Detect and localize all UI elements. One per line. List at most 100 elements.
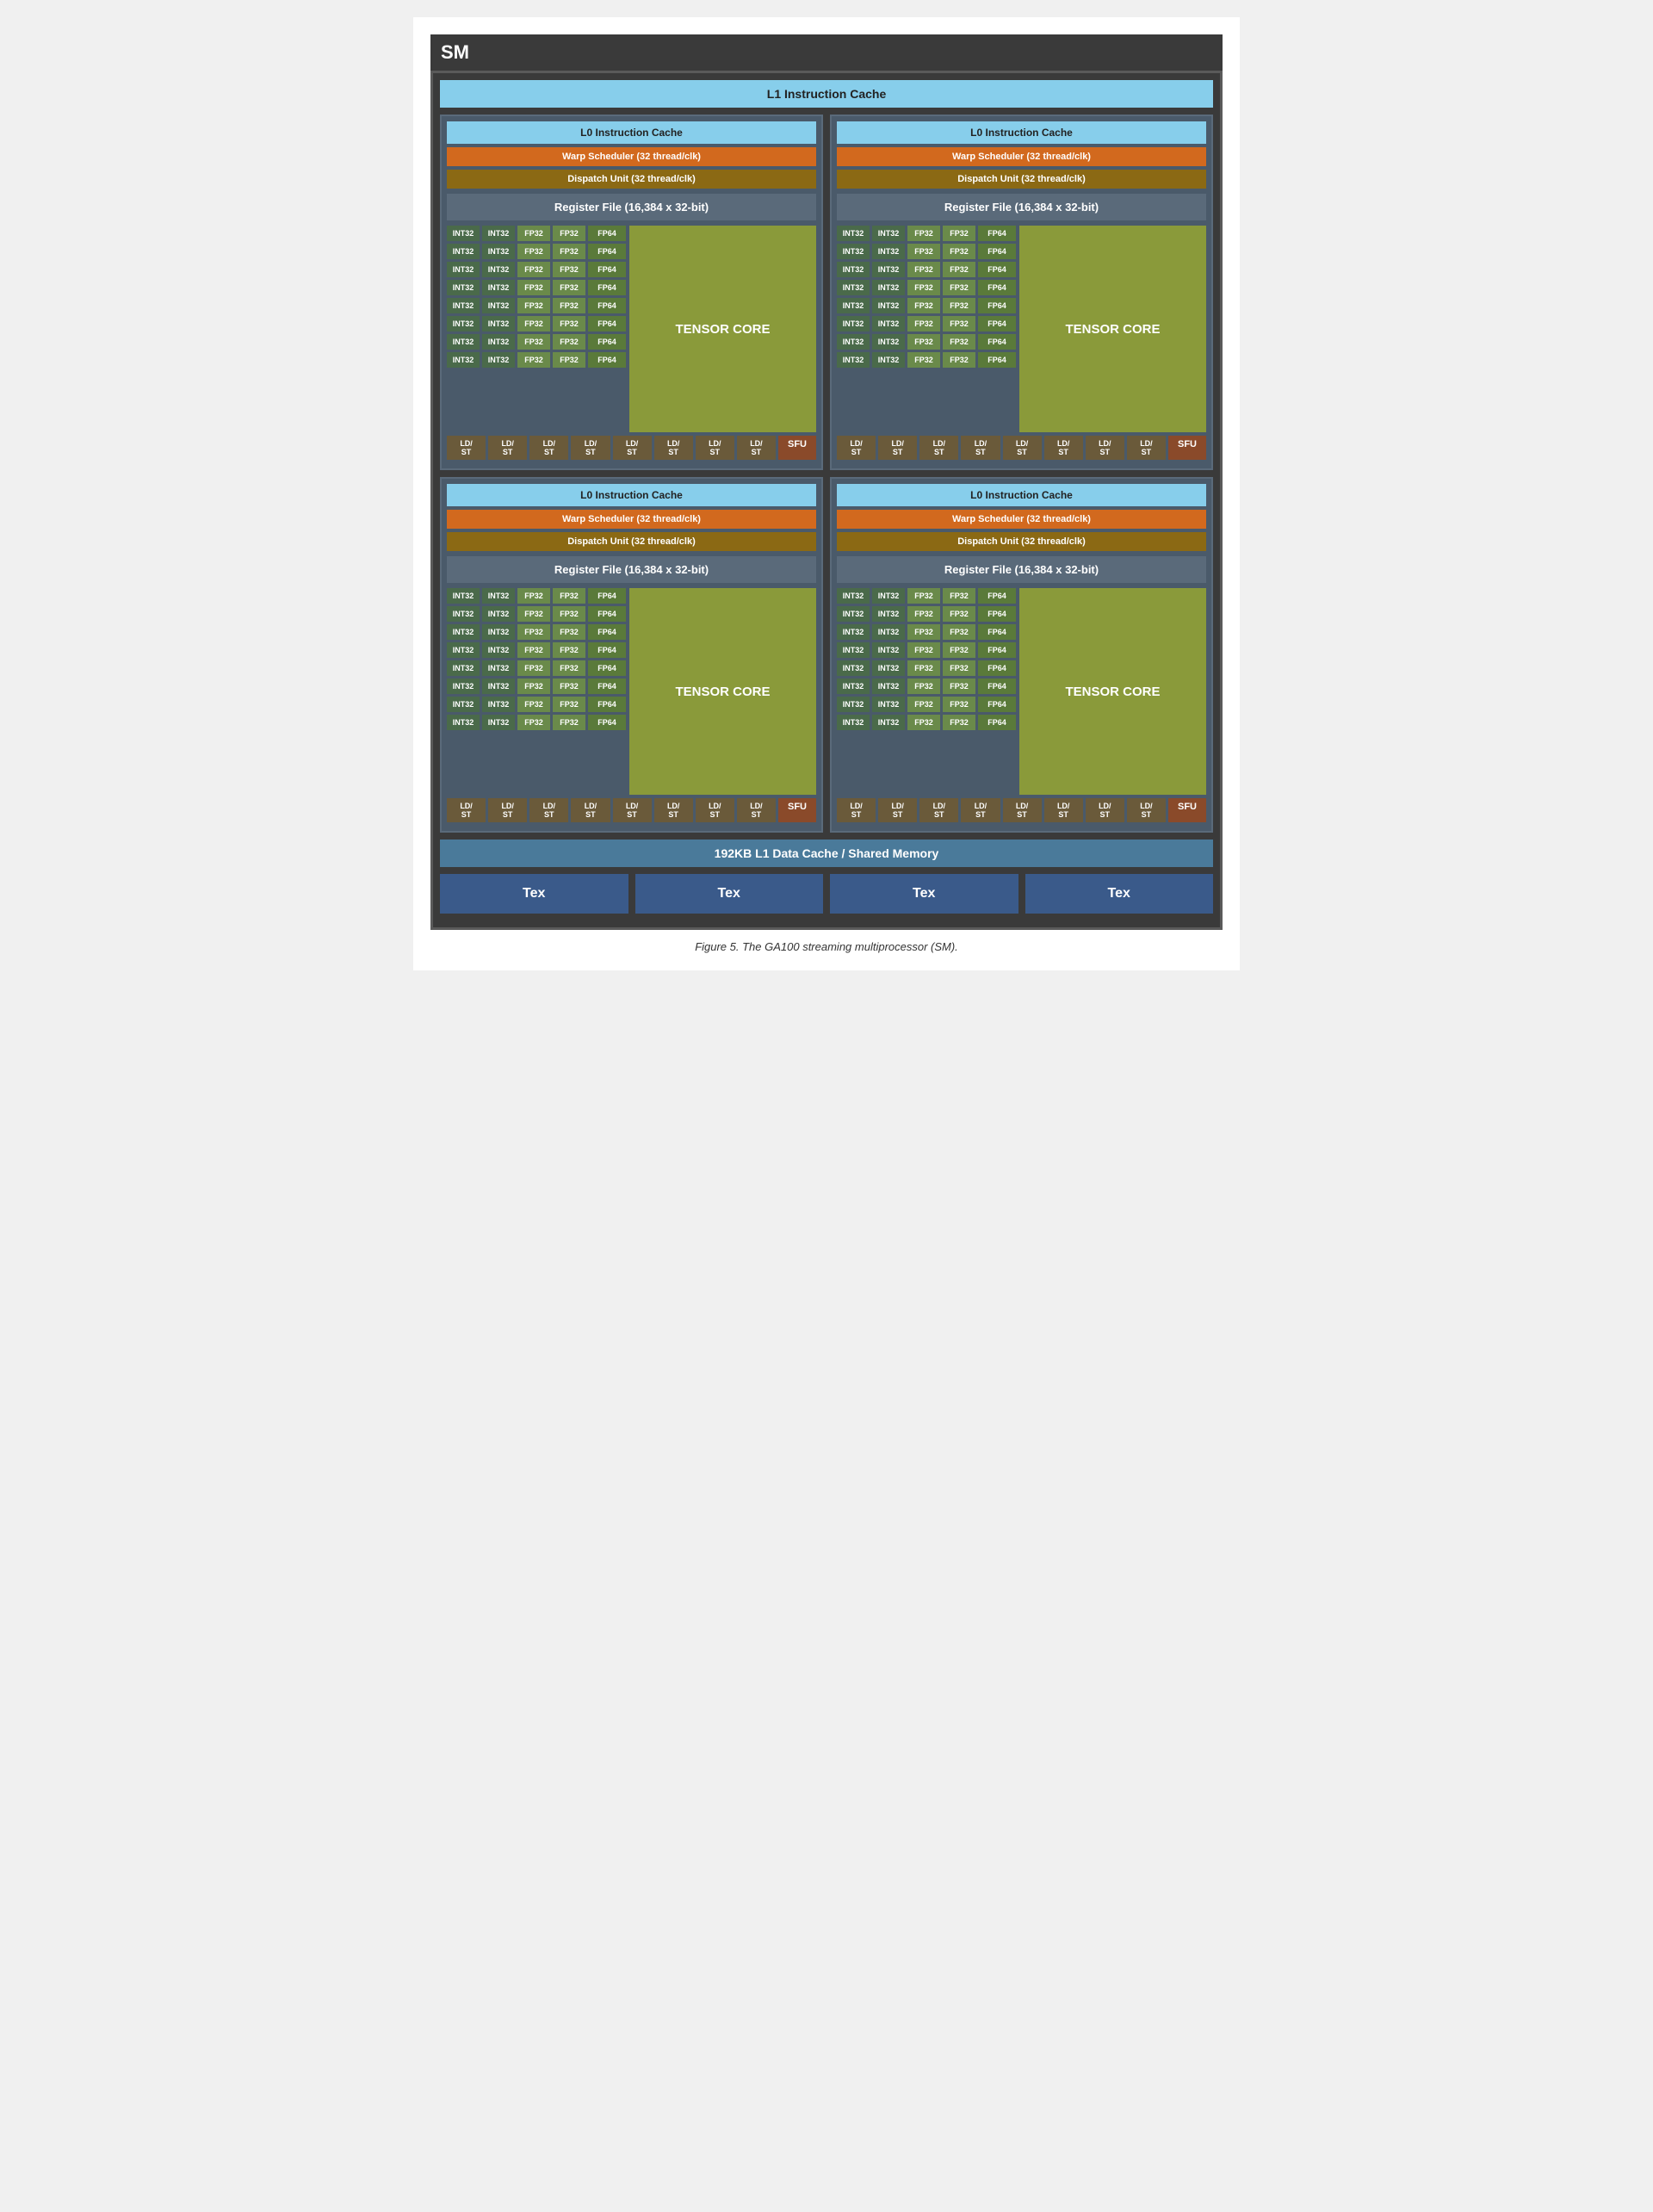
fp32-cell: FP32 [517, 352, 550, 368]
fp64-cell: FP64 [978, 280, 1016, 295]
fp32-cell: FP32 [907, 334, 940, 350]
int32-cell: INT32 [837, 624, 870, 640]
int32-cell: INT32 [447, 244, 480, 259]
int32-cell: INT32 [837, 715, 870, 730]
int32-cell: INT32 [482, 352, 515, 368]
int32-cell: INT32 [482, 298, 515, 313]
ld-st-row-2: LD/ST LD/ST LD/ST LD/ST LD/ST LD/ST LD/S… [837, 436, 1206, 460]
fp32-cell: FP32 [943, 244, 975, 259]
int32-cell: INT32 [482, 316, 515, 331]
fp64-cell: FP64 [978, 226, 1016, 241]
ld-st-cell: LD/ST [737, 798, 776, 822]
int32-cell: INT32 [447, 298, 480, 313]
fp32-cell: FP32 [943, 334, 975, 350]
int32-cell: INT32 [482, 280, 515, 295]
ld-st-row-4: LD/ST LD/ST LD/ST LD/ST LD/ST LD/ST LD/S… [837, 798, 1206, 822]
int32-cell: INT32 [872, 678, 905, 694]
int32-cell: INT32 [837, 244, 870, 259]
fp64-cell: FP64 [978, 352, 1016, 368]
fp64-cell: FP64 [978, 624, 1016, 640]
int32-cell: INT32 [482, 606, 515, 622]
int32-cell: INT32 [872, 316, 905, 331]
fp64-cell: FP64 [978, 715, 1016, 730]
dispatch-unit-1: Dispatch Unit (32 thread/clk) [447, 170, 816, 189]
register-file-4: Register File (16,384 x 32-bit) [837, 556, 1206, 583]
ld-st-cell: LD/ST [1127, 798, 1166, 822]
int-fp-col-3: INT32INT32FP32FP32FP64 INT32INT32FP32FP3… [447, 588, 626, 795]
fp32-cell: FP32 [517, 316, 550, 331]
fp64-cell: FP64 [588, 352, 626, 368]
quadrant-3: L0 Instruction Cache Warp Scheduler (32 … [440, 477, 823, 833]
fp32-cell: FP32 [517, 280, 550, 295]
l0-cache-3: L0 Instruction Cache [447, 484, 816, 506]
l0-cache-1: L0 Instruction Cache [447, 121, 816, 144]
int32-cell: INT32 [837, 678, 870, 694]
int32-cell: INT32 [447, 697, 480, 712]
fp64-cell: FP64 [588, 316, 626, 331]
int32-cell: INT32 [447, 334, 480, 350]
int32-cell: INT32 [872, 262, 905, 277]
int32-cell: INT32 [447, 226, 480, 241]
ld-st-cell: LD/ST [878, 436, 917, 460]
int32-cell: INT32 [482, 334, 515, 350]
tensor-core-3: TENSOR CORE [629, 588, 816, 795]
fp64-cell: FP64 [978, 697, 1016, 712]
int32-cell: INT32 [837, 642, 870, 658]
tex-row: Tex Tex Tex Tex [440, 874, 1213, 914]
fp64-cell: FP64 [588, 697, 626, 712]
tex-cell-3: Tex [830, 874, 1018, 914]
int32-cell: INT32 [482, 244, 515, 259]
fp32-cell: FP32 [943, 280, 975, 295]
warp-scheduler-1: Warp Scheduler (32 thread/clk) [447, 147, 816, 166]
int32-cell: INT32 [837, 697, 870, 712]
ld-st-cell: LD/ST [654, 798, 693, 822]
int32-cell: INT32 [482, 660, 515, 676]
fp32-cell: FP32 [907, 606, 940, 622]
fp32-cell: FP32 [553, 244, 585, 259]
dispatch-unit-2: Dispatch Unit (32 thread/clk) [837, 170, 1206, 189]
warp-scheduler-4: Warp Scheduler (32 thread/clk) [837, 510, 1206, 529]
int32-cell: INT32 [872, 334, 905, 350]
int32-cell: INT32 [872, 226, 905, 241]
ld-st-cell: LD/ST [961, 436, 1000, 460]
tensor-core-2: TENSOR CORE [1019, 226, 1206, 432]
ld-st-cell: LD/ST [529, 798, 568, 822]
int-fp-col-4: INT32INT32FP32FP32FP64 INT32INT32FP32FP3… [837, 588, 1016, 795]
fp32-cell: FP32 [907, 226, 940, 241]
quadrant-1: L0 Instruction Cache Warp Scheduler (32 … [440, 115, 823, 470]
tensor-core-4: TENSOR CORE [1019, 588, 1206, 795]
int32-cell: INT32 [447, 280, 480, 295]
fp32-cell: FP32 [553, 606, 585, 622]
int32-cell: INT32 [447, 352, 480, 368]
int32-cell: INT32 [447, 606, 480, 622]
fp32-cell: FP32 [517, 697, 550, 712]
int32-cell: INT32 [872, 624, 905, 640]
ld-st-cell: LD/ST [529, 436, 568, 460]
fp64-cell: FP64 [588, 606, 626, 622]
fp32-cell: FP32 [553, 316, 585, 331]
fp32-cell: FP32 [907, 697, 940, 712]
int32-cell: INT32 [447, 624, 480, 640]
int32-cell: INT32 [837, 334, 870, 350]
fp64-cell: FP64 [978, 262, 1016, 277]
fp32-cell: FP32 [943, 588, 975, 604]
fp32-cell: FP32 [553, 715, 585, 730]
quadrant-2: L0 Instruction Cache Warp Scheduler (32 … [830, 115, 1213, 470]
ld-st-cell: LD/ST [447, 436, 486, 460]
ld-st-cell: LD/ST [571, 436, 610, 460]
int32-cell: INT32 [872, 352, 905, 368]
fp32-cell: FP32 [553, 624, 585, 640]
fp32-cell: FP32 [517, 660, 550, 676]
ld-st-cell: LD/ST [919, 436, 958, 460]
int32-cell: INT32 [447, 678, 480, 694]
fp32-cell: FP32 [943, 298, 975, 313]
fp32-cell: FP32 [517, 334, 550, 350]
int32-cell: INT32 [872, 244, 905, 259]
fp64-cell: FP64 [588, 660, 626, 676]
fp32-cell: FP32 [943, 624, 975, 640]
fp64-cell: FP64 [588, 588, 626, 604]
fp32-cell: FP32 [907, 298, 940, 313]
fp32-cell: FP32 [907, 316, 940, 331]
fp32-cell: FP32 [907, 678, 940, 694]
figure-caption: Figure 5. The GA100 streaming multiproce… [430, 940, 1223, 953]
